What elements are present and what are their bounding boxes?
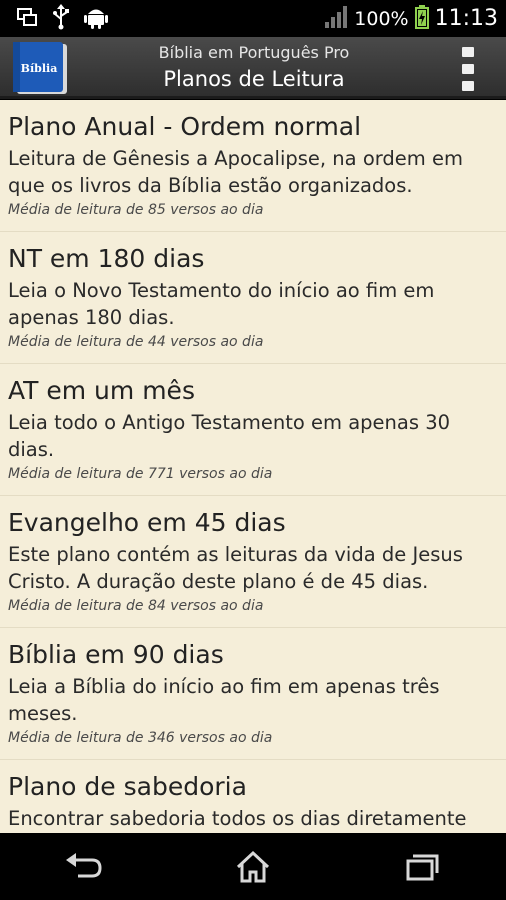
action-bar: Bíblia Bíblia em Português Pro Planos de… [0, 37, 506, 99]
status-bar: 100% 11:13 [0, 0, 506, 37]
plan-item-gospel-45[interactable]: Evangelho em 45 dias Este plano contém a… [0, 496, 506, 628]
clock: 11:13 [434, 6, 498, 31]
plan-item-annual[interactable]: Plano Anual - Ordem normal Leitura de Gê… [0, 100, 506, 232]
plan-title: Bíblia em 90 dias [8, 640, 224, 669]
plan-reading-average: Média de leitura de 84 versos ao dia [8, 598, 264, 614]
plan-item-nt-180[interactable]: NT em 180 dias Leia o Novo Testamento do… [0, 232, 506, 364]
recent-apps-icon[interactable] [382, 837, 462, 897]
plans-list: Plano Anual - Ordem normal Leitura de Gê… [0, 100, 506, 833]
android-icon [84, 4, 108, 34]
app-icon-label: Bíblia [21, 62, 58, 75]
plan-description: Encontrar sabedoria todos os dias direta… [8, 807, 467, 830]
overflow-menu-icon[interactable] [458, 47, 478, 91]
plan-item-wisdom[interactable]: Plano de sabedoria Encontrar sabedoria t… [0, 760, 506, 833]
page-title: Planos de Leitura [163, 67, 345, 91]
navigation-bar [0, 833, 506, 900]
plan-item-bible-90[interactable]: Bíblia em 90 dias Leia a Bíblia do iníci… [0, 628, 506, 760]
battery-charging-icon [414, 4, 429, 33]
plan-title: NT em 180 dias [8, 244, 205, 273]
home-icon[interactable] [213, 837, 293, 897]
plan-description: Leia o Novo Testamento do início ao fim … [8, 279, 435, 329]
plan-reading-average: Média de leitura de 346 versos ao dia [8, 730, 273, 746]
bible-app-icon[interactable]: Bíblia [11, 40, 71, 97]
back-icon[interactable] [44, 837, 124, 897]
plan-title: AT em um mês [8, 376, 195, 405]
plan-description: Leia todo o Antigo Testamento em apenas … [8, 411, 451, 461]
battery-percent: 100% [354, 7, 409, 30]
plan-title: Plano Anual - Ordem normal [8, 112, 362, 141]
plan-description: Leia a Bíblia do início ao fim em apenas… [8, 675, 440, 725]
screen-share-icon [16, 6, 38, 32]
app-subtitle: Bíblia em Português Pro [158, 43, 350, 62]
plan-reading-average: Média de leitura de 85 versos ao dia [8, 202, 264, 218]
plan-title: Evangelho em 45 dias [8, 508, 286, 537]
plan-description: Leitura de Gênesis a Apocalipse, na orde… [8, 147, 463, 197]
plan-item-at-month[interactable]: AT em um mês Leia todo o Antigo Testamen… [0, 364, 506, 496]
usb-icon [52, 3, 70, 34]
plan-reading-average: Média de leitura de 44 versos ao dia [8, 334, 264, 350]
signal-icon [324, 5, 348, 32]
plan-reading-average: Média de leitura de 771 versos ao dia [8, 466, 273, 482]
plan-title: Plano de sabedoria [8, 772, 247, 801]
action-bar-titles: Bíblia em Português Pro Planos de Leitur… [80, 43, 428, 93]
plan-description: Este plano contém as leituras da vida de… [8, 543, 463, 593]
